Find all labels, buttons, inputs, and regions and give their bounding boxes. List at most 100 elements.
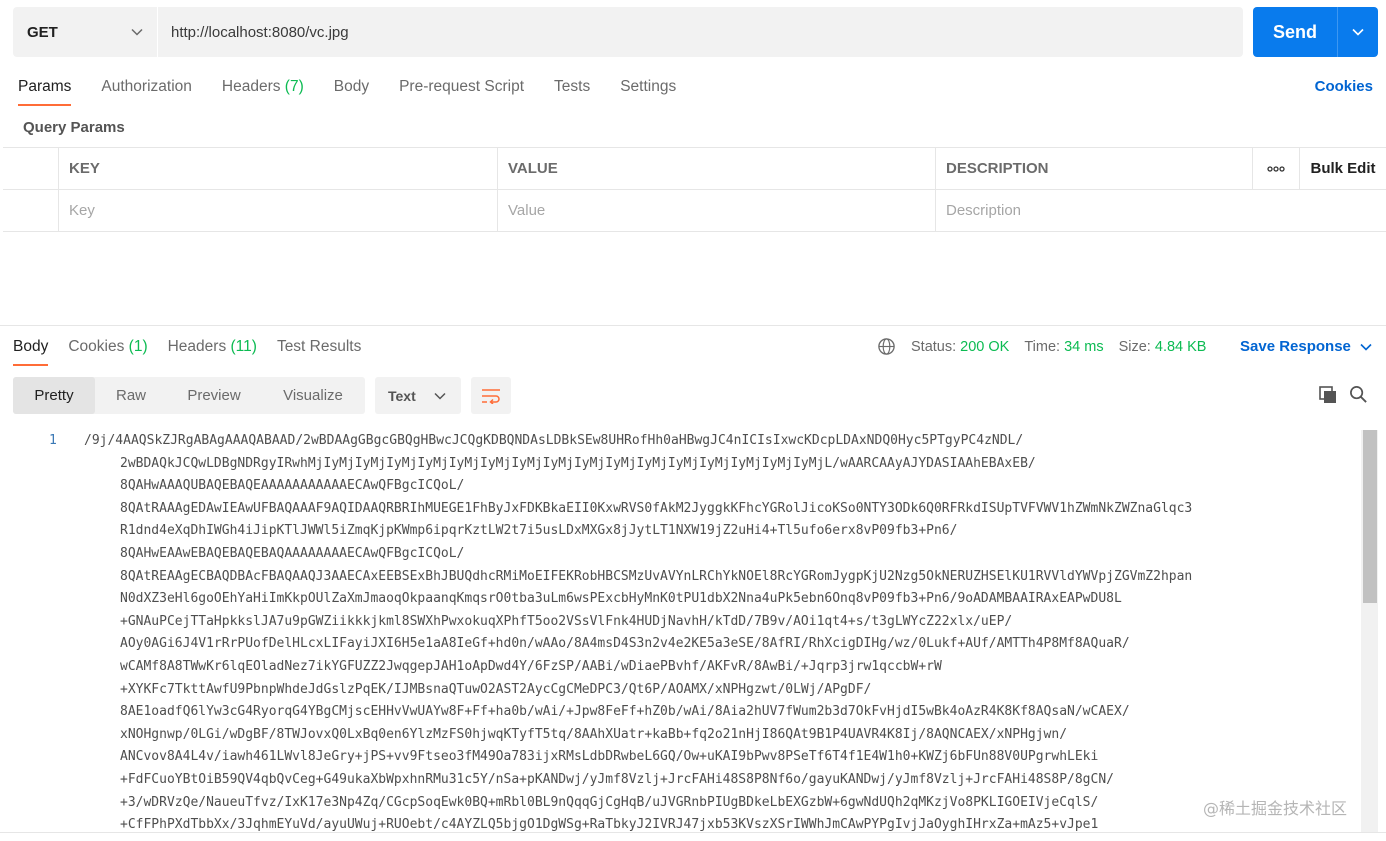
view-raw[interactable]: Raw [95, 377, 167, 414]
code-line: xNOHgnwp/0LGi/wDgBF/8TWJovxQ0LxBq0en6Ylz… [120, 726, 1068, 742]
tab-label: Body [333, 78, 370, 95]
search-icon [1350, 386, 1367, 403]
code-line: 8QAHwEAAwEBAQEBAQEBAQAAAAAAAAECAwQFBgcIC… [120, 546, 465, 561]
bottom-edge [0, 832, 1386, 841]
tab-label: Tests [554, 78, 591, 95]
tab-label: Settings [620, 78, 677, 95]
time-label: Time: [1024, 338, 1061, 355]
panel-divider[interactable] [0, 325, 1386, 326]
send-button-group: Send [1253, 7, 1378, 57]
table-row: Key Value Description [3, 190, 1386, 232]
send-button[interactable]: Send [1253, 7, 1337, 57]
tab-test-results[interactable]: Test Results [277, 334, 361, 356]
tab-label: Pre-request Script [399, 78, 525, 95]
time-text: Time: 34 ms [1024, 339, 1103, 355]
tab-label: Body [13, 338, 49, 355]
size-text: Size: 4.84 KB [1119, 339, 1207, 355]
copy-icon [1319, 386, 1336, 403]
response-tabs: Body Cookies (1) Headers (11) Test Resul… [13, 334, 381, 366]
code-line: 2wBDAQkJCQwLDBgNDRgyIRwhMjIyMjIyMjIyMjIy… [120, 455, 1036, 471]
tab-response-body[interactable]: Body [13, 334, 49, 366]
code-line: R1dnd4eXqDhIWGh4iJipKTlJWWl5iZmqKjpKWmp6… [120, 523, 958, 539]
key-input[interactable]: Key [59, 190, 498, 231]
watermark-text: @稀土掘金技术社区 [1203, 795, 1348, 819]
method-select[interactable]: GET [13, 7, 158, 57]
code-line: +FdFCuoYBtOiB59QV4qbQvCeg+G49ukaXbWpxhnR… [120, 772, 1114, 787]
tab-label: Test Results [276, 338, 362, 355]
format-select[interactable]: Text [375, 377, 461, 414]
code-line: ANCvov8A4L4v/iawh461LWvl8JeGry+jPS+vv9Ft… [120, 749, 1099, 765]
tab-response-cookies[interactable]: Cookies (1) [68, 334, 147, 356]
cookies-link[interactable]: Cookies [1315, 78, 1373, 95]
more-options-button[interactable] [1253, 148, 1300, 189]
response-body-editor[interactable]: 1 /9j/4AAQSkZJRgABAgAAAQABAAD/2wBDAAgGBg… [0, 430, 1360, 832]
save-response-label: Save Response [1240, 338, 1351, 355]
method-label: GET [27, 23, 58, 41]
tab-label: Headers [167, 338, 227, 355]
chevron-down-icon [1360, 343, 1372, 351]
value-input[interactable]: Value [498, 190, 936, 231]
code-line: 8QAtREAAgECBAQDBAcFBAQAAQJ3AAECAxEEBSExB… [120, 568, 1193, 584]
status-value: 200 OK [960, 338, 1010, 355]
line-number: 1 [49, 433, 57, 448]
chevron-down-icon [1352, 28, 1364, 36]
tab-body[interactable]: Body [334, 72, 369, 108]
tab-pre-request-script[interactable]: Pre-request Script [399, 72, 524, 108]
key-column-header: KEY [59, 148, 498, 189]
description-input[interactable]: Description [936, 190, 1253, 231]
code-line: +GNAuPCejTTaHpkkslJA7u9pGWZiikkkjkml8SWX… [120, 613, 1013, 629]
params-table: KEY VALUE DESCRIPTION Bulk Edit Key Valu… [3, 147, 1386, 232]
tab-headers[interactable]: Headers (7) [222, 72, 304, 108]
description-column-header: DESCRIPTION [936, 148, 1253, 189]
view-pretty[interactable]: Pretty [13, 377, 95, 414]
checkbox-column-header [3, 148, 59, 189]
size-label: Size: [1118, 338, 1151, 355]
code-line: +XYKFc7TkttAwfU9PbnpWhdeJdGslzPqEK/IJMBs… [120, 681, 872, 697]
code-line: +CfFPhPXdTbbXx/3JqhmEYuVd/ayuUWuj+RUOebt… [120, 817, 1099, 832]
tab-label: Headers [221, 78, 281, 95]
tab-params[interactable]: Params [18, 72, 72, 108]
size-value: 4.84 KB [1154, 338, 1207, 355]
tab-settings[interactable]: Settings [620, 72, 676, 108]
url-text: http://localhost:8080/vc.jpg [171, 23, 349, 41]
request-bar: GET http://localhost:8080/vc.jpg [13, 7, 1243, 57]
code-line: 8QAHwAAAQUBAQEBAQEAAAAAAAAAAAECAwQFBgcIC… [120, 478, 465, 494]
tab-label: Params [18, 78, 72, 95]
save-response-button[interactable]: Save Response [1240, 338, 1372, 355]
tab-label: Authorization [101, 78, 192, 95]
wrap-lines-icon [482, 388, 500, 404]
copy-button[interactable] [1318, 385, 1338, 409]
search-button[interactable] [1349, 385, 1368, 408]
tab-response-headers[interactable]: Headers (11) [168, 334, 257, 356]
bulk-edit-button[interactable]: Bulk Edit [1300, 148, 1386, 189]
code-line: 8QAtRAAAgEDAwIEAwUFBAQAAAF9AQIDAAQRBRIhM… [120, 500, 1193, 516]
tab-label: Cookies [68, 338, 125, 355]
globe-icon[interactable] [877, 337, 896, 356]
code-line: AOy0AGi6J4V1rRrPUofDelHLcxLIFayiJXI6H5e1… [120, 636, 1130, 652]
code-line: +3/wDRVzQe/NaueuTfvz/IxK17e3Np4Zq/CGcpSo… [120, 794, 1099, 810]
wrap-lines-button[interactable] [471, 377, 511, 414]
value-column-header: VALUE [498, 148, 936, 189]
tab-tests[interactable]: Tests [554, 72, 590, 108]
tab-count: (1) [128, 338, 148, 355]
chevron-down-icon [434, 392, 446, 400]
code-line: wCAMf8A8TWwKr6lqEOladNez7ikYGFUZZ2Jwqgep… [120, 659, 942, 674]
scrollbar-thumb[interactable] [1363, 430, 1377, 603]
tab-count: (11) [230, 338, 257, 355]
url-input[interactable]: http://localhost:8080/vc.jpg [158, 7, 1243, 57]
view-visualize[interactable]: Visualize [261, 377, 365, 414]
view-preview[interactable]: Preview [167, 377, 261, 414]
tab-authorization[interactable]: Authorization [101, 72, 191, 108]
response-status-area: Status: 200 OK Time: 34 ms Size: 4.84 KB [877, 337, 1206, 356]
table-header-row: KEY VALUE DESCRIPTION Bulk Edit [3, 148, 1386, 190]
view-mode-tabs: Pretty Raw Preview Visualize [13, 377, 365, 414]
row-checkbox-cell [3, 190, 59, 231]
tab-count: (7) [284, 78, 304, 95]
code-line: 8AE1oadfQ6lYw3cG4RyorqG4YBgCMjscEHHvVwUA… [120, 704, 1130, 720]
status-text: Status: 200 OK [911, 339, 1009, 355]
chevron-down-icon [131, 28, 143, 36]
send-options-button[interactable] [1337, 7, 1378, 57]
format-label: Text [388, 387, 416, 404]
status-label: Status: [911, 338, 957, 355]
request-tabs: Params Authorization Headers (7) Body Pr… [18, 72, 706, 108]
